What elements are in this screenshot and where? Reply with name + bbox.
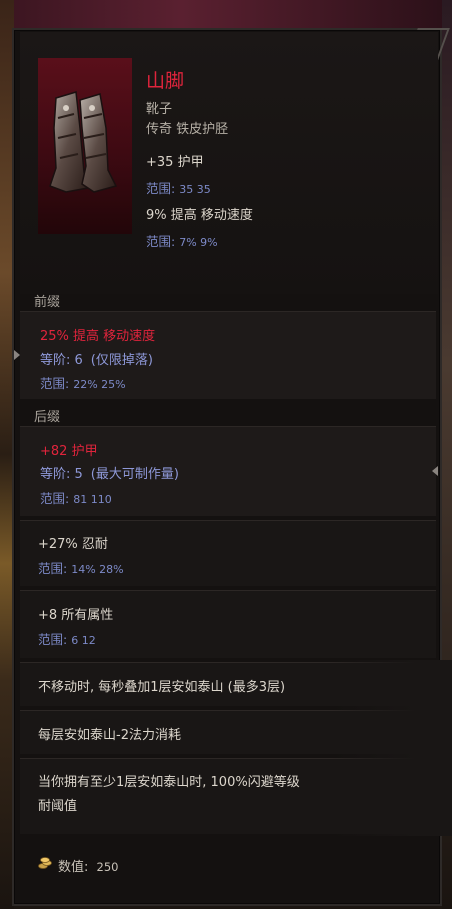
tier-value: 等阶: 6 — [40, 353, 83, 368]
range-label: 范围: — [146, 181, 176, 196]
special-effect-text: 当你拥有至少1层安如泰山时, 100%闪避等级 — [38, 775, 300, 790]
range-label: 范围: — [40, 376, 70, 391]
unique-mod-range: 范围: 14% 28% — [38, 558, 124, 577]
value-label: 数值: — [58, 860, 89, 875]
special-effect-text: 不移动时, 每秒叠加1层安如泰山 (最多3层) — [38, 680, 286, 695]
tier-value: 等阶: 5 — [40, 467, 83, 482]
item-type: 靴子 — [146, 102, 173, 117]
value-number: 250 — [96, 860, 119, 874]
special-effect-text: 每层安如泰山-2法力消耗 — [38, 728, 181, 743]
base-stat-armor-range: 范围: 35 35 — [146, 178, 211, 197]
boots-item-icon — [49, 91, 118, 193]
base-stat-armor: +35 护甲 — [146, 155, 204, 170]
range-values: 35 35 — [179, 183, 211, 196]
content-fade-overlay — [332, 660, 452, 836]
range-label: 范围: — [38, 632, 68, 647]
tier-note: (仅限掉落) — [90, 353, 153, 368]
item-value: 数值: 250 — [58, 856, 118, 875]
prefix-affix-range: 范围: 22% 25% — [40, 373, 126, 392]
range-values: 7% 9% — [179, 236, 218, 249]
item-image-frame — [38, 58, 132, 234]
item-name: 山脚 — [146, 70, 185, 92]
unique-mod-text: +8 所有属性 — [38, 608, 114, 623]
prefix-affix-text: 25% 提高 移动速度 — [40, 329, 156, 344]
base-stat-movespeed-range: 范围: 7% 9% — [146, 231, 218, 250]
range-values: 22% 25% — [73, 378, 126, 391]
item-rarity: 传奇 铁皮护胫 — [146, 122, 229, 137]
background-scenery-top — [0, 0, 452, 30]
range-label: 范围: — [146, 234, 176, 249]
range-values: 6 12 — [71, 634, 96, 647]
range-values: 81 110 — [73, 493, 112, 506]
tier-note: (最大可制作量) — [90, 467, 179, 482]
unique-mod-text: +27% 忍耐 — [38, 537, 108, 552]
range-label: 范围: — [38, 561, 68, 576]
range-label: 范围: — [40, 491, 70, 506]
unique-mod-range: 范围: 6 12 — [38, 629, 96, 648]
special-effect-text-cont: 耐阈值 — [38, 799, 78, 814]
prefix-affix-tier: 等阶: 6 (仅限掉落) — [40, 349, 153, 368]
prefix-section-label: 前缀 — [34, 295, 61, 310]
suffix-section-label: 后缀 — [34, 410, 61, 425]
suffix-affix-range: 范围: 81 110 — [40, 488, 112, 507]
right-marker-icon — [432, 466, 438, 476]
base-stat-movespeed: 9% 提高 移动速度 — [146, 208, 253, 223]
suffix-affix-text: +82 护甲 — [40, 444, 98, 459]
range-values: 14% 28% — [71, 563, 124, 576]
left-marker-icon — [14, 350, 20, 360]
coin-icon — [38, 857, 52, 869]
suffix-affix-tier: 等阶: 5 (最大可制作量) — [40, 463, 179, 482]
